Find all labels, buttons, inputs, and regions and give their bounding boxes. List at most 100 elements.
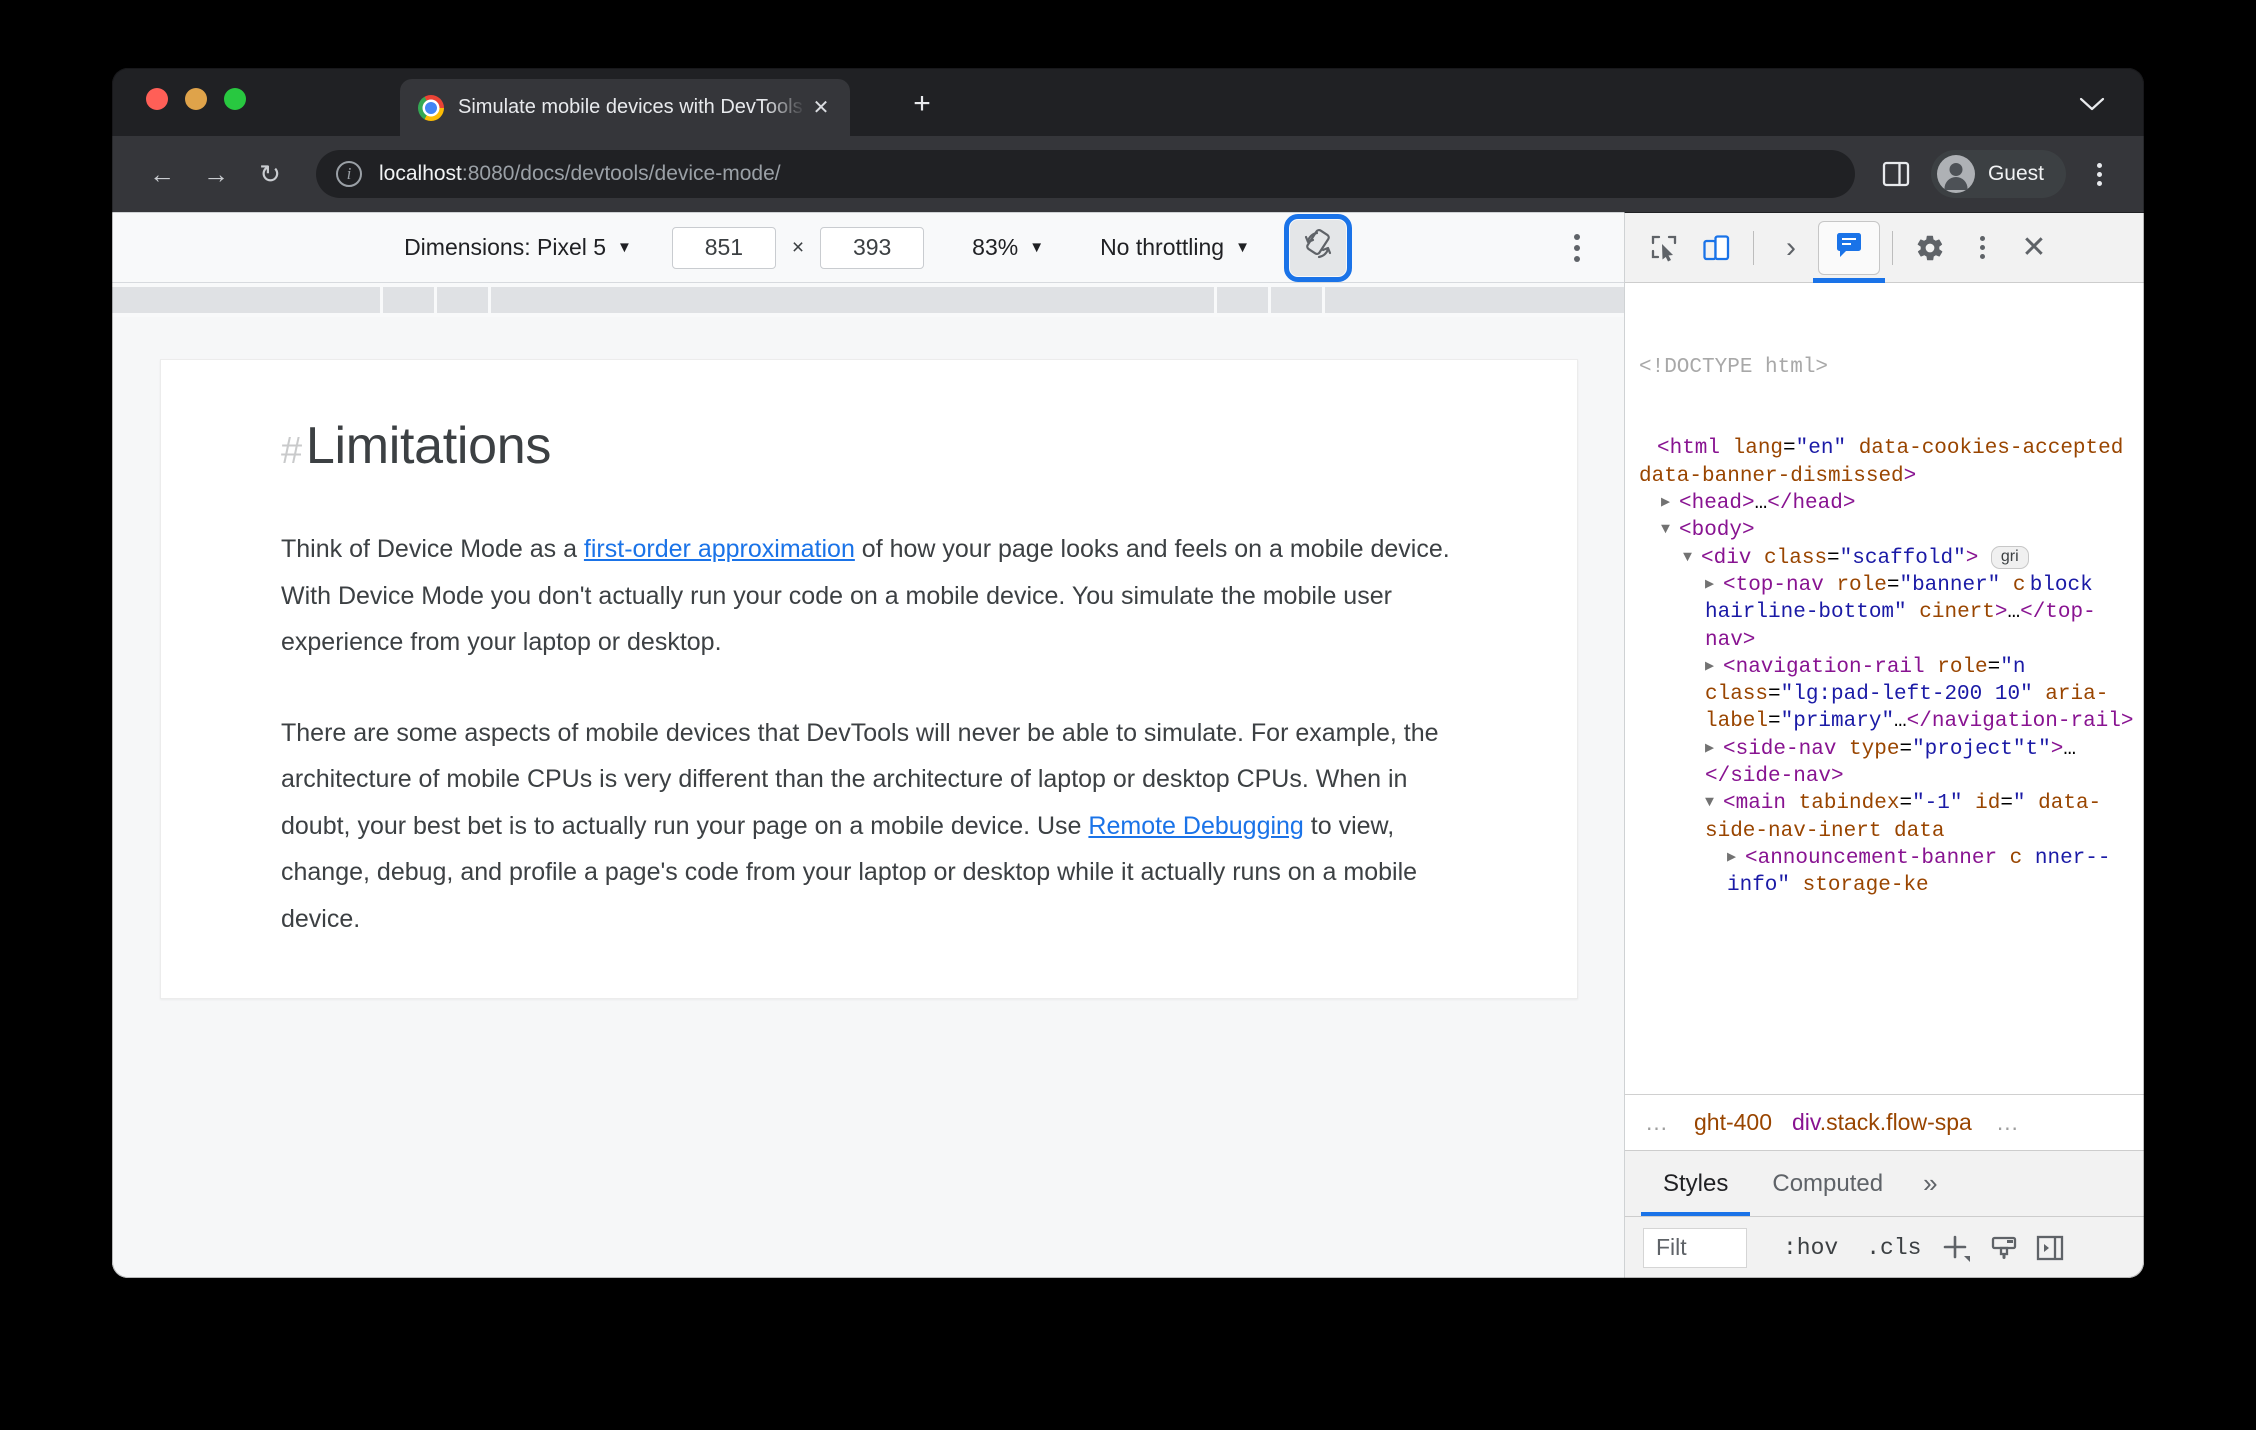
dom-doctype: <!DOCTYPE html> bbox=[1639, 355, 1829, 379]
first-order-approximation-link[interactable]: first-order approximation bbox=[584, 535, 855, 563]
tab-strip: Simulate mobile devices with DevTools ✕ … bbox=[112, 68, 2144, 136]
collapsed-arrow-icon[interactable]: ▶ bbox=[1705, 657, 1723, 677]
side-panel-icon[interactable] bbox=[1873, 151, 1919, 197]
tab-elements[interactable] bbox=[1813, 220, 1885, 283]
page-title-text: Limitations bbox=[305, 417, 552, 475]
panels-overflow-chevron-icon[interactable]: › bbox=[1766, 223, 1816, 273]
collapsed-arrow-icon[interactable]: ▶ bbox=[1705, 739, 1723, 759]
address-bar-url: localhost:8080/docs/devtools/device-mode… bbox=[379, 162, 781, 186]
toggle-device-toolbar-icon[interactable] bbox=[1691, 223, 1741, 273]
gear-icon[interactable] bbox=[1905, 223, 1955, 273]
dom-node[interactable]: ▼ <div class="scaffold"> gri bbox=[1639, 545, 2144, 572]
back-button[interactable]: ← bbox=[138, 150, 186, 198]
dom-node-list: <html lang="en" data-cookies-accepted da… bbox=[1639, 435, 2144, 899]
device-toolbar-more-button[interactable] bbox=[1574, 233, 1580, 262]
collapsed-arrow-icon[interactable]: ▶ bbox=[1705, 575, 1723, 595]
expanded-arrow-icon[interactable]: ▼ bbox=[1661, 520, 1679, 540]
devtools-more-button[interactable] bbox=[1957, 223, 2007, 273]
close-tab-button[interactable]: ✕ bbox=[806, 93, 836, 123]
sidebar-tabs-more-icon[interactable]: » bbox=[1905, 1168, 1955, 1199]
minimize-window-button[interactable] bbox=[185, 88, 207, 110]
person-avatar-icon bbox=[1936, 155, 1975, 193]
browser-tab[interactable]: Simulate mobile devices with DevTools ✕ bbox=[400, 79, 850, 136]
tab-title: Simulate mobile devices with DevTools bbox=[458, 96, 803, 118]
browser-menu-button[interactable] bbox=[2076, 151, 2122, 197]
paintbrush-icon[interactable] bbox=[1981, 1228, 2027, 1268]
inspect-element-icon[interactable] bbox=[1639, 223, 1689, 273]
height-input[interactable]: 393 bbox=[820, 226, 925, 269]
chevron-down-icon[interactable] bbox=[2074, 86, 2110, 122]
dom-node[interactable]: ▶ <navigation-rail role="n class="lg:pad-… bbox=[1639, 654, 2144, 736]
sidebar-tabs: Styles Computed » bbox=[1625, 1150, 2144, 1216]
rotate-device-icon bbox=[1300, 227, 1336, 268]
elements-panel-icon bbox=[1834, 230, 1864, 265]
new-tab-button[interactable]: + bbox=[902, 84, 942, 124]
throttling-select[interactable]: No throttling ▼ bbox=[1086, 234, 1264, 261]
maximize-window-button[interactable] bbox=[224, 88, 246, 110]
throttling-value: No throttling bbox=[1100, 234, 1225, 260]
hov-button[interactable]: :hov bbox=[1769, 1228, 1852, 1268]
remote-debugging-link[interactable]: Remote Debugging bbox=[1088, 812, 1303, 840]
forward-button[interactable]: → bbox=[192, 150, 240, 198]
tab-computed[interactable]: Computed bbox=[1750, 1151, 1905, 1216]
device-select-label: Dimensions: Pixel 5 bbox=[404, 234, 607, 260]
dom-node[interactable]: ▶ <announcement-banner c nner--info" stor… bbox=[1639, 845, 2144, 900]
dom-node-markup: <announcement-banner c nner--info" stora… bbox=[1727, 846, 2111, 898]
address-bar[interactable]: i localhost:8080/docs/devtools/device-mo… bbox=[316, 150, 1855, 198]
browser-content: Dimensions: Pixel 5 ▼ 851 × 393 83% ▼ No… bbox=[112, 212, 2144, 1278]
zoom-value: 83% bbox=[972, 234, 1019, 260]
close-window-button[interactable] bbox=[146, 88, 168, 110]
device-mode-pane: Dimensions: Pixel 5 ▼ 851 × 393 83% ▼ No… bbox=[112, 212, 1624, 1278]
page-title: #Limitations bbox=[281, 416, 1457, 476]
cls-button[interactable]: .cls bbox=[1852, 1228, 1935, 1268]
dom-node-markup: <html lang="en" data-cookies-accepted da… bbox=[1639, 437, 2124, 488]
heading-anchor-hash[interactable]: # bbox=[281, 430, 302, 472]
close-devtools-button[interactable]: ✕ bbox=[2009, 223, 2059, 273]
toolbar-divider bbox=[1753, 230, 1754, 265]
browser-toolbar: ← → ↻ i localhost:8080/docs/devtools/dev… bbox=[112, 136, 2144, 212]
dom-node-markup: <div class="scaffold"> gri bbox=[1701, 545, 2029, 570]
breadcrumb-overflow-left[interactable]: … bbox=[1631, 1109, 1684, 1136]
devtools-toolbar: › ✕ bbox=[1625, 213, 2144, 283]
dom-node[interactable]: ▼ <main tabindex="-1" id=" data-side-nav-… bbox=[1639, 790, 2144, 845]
url-host: localhost bbox=[379, 162, 462, 185]
profile-chip[interactable]: Guest bbox=[1930, 150, 2066, 198]
width-input[interactable]: 851 bbox=[671, 226, 776, 269]
plus-icon[interactable] bbox=[1935, 1228, 1981, 1268]
breadcrumb-overflow-right[interactable]: … bbox=[1982, 1109, 2035, 1136]
site-info-icon[interactable]: i bbox=[336, 161, 362, 187]
collapsed-arrow-icon[interactable]: ▶ bbox=[1661, 493, 1679, 513]
chevron-down-icon: ▼ bbox=[1235, 239, 1250, 256]
toggle-sidebar-icon[interactable] bbox=[2027, 1228, 2073, 1268]
reload-button[interactable]: ↻ bbox=[246, 150, 294, 198]
expanded-arrow-icon[interactable]: ▼ bbox=[1705, 793, 1723, 813]
dom-node[interactable]: ▼ <body> bbox=[1639, 517, 2144, 544]
dom-node[interactable]: ▶ <head>…</head> bbox=[1639, 490, 2144, 517]
breadcrumb-item-selected[interactable]: div.stack.flow-spa bbox=[1782, 1109, 1982, 1136]
device-viewport[interactable]: #Limitations Think of Device Mode as a f… bbox=[112, 317, 1624, 1278]
url-path: :8080/docs/devtools/device-mode/ bbox=[461, 162, 781, 185]
dom-tree[interactable]: <!DOCTYPE html> <html lang="en" data-coo… bbox=[1625, 283, 2144, 1094]
dom-node-markup: <head>…</head> bbox=[1679, 492, 1856, 516]
styles-filter-input[interactable]: Filt bbox=[1643, 1227, 1747, 1268]
profile-label: Guest bbox=[1987, 162, 2044, 185]
dom-node[interactable]: ▶ <side-nav type="project"t">…</side-nav> bbox=[1639, 736, 2144, 791]
dom-node[interactable]: <html lang="en" data-cookies-accepted da… bbox=[1639, 435, 2144, 490]
viewport-ruler bbox=[112, 283, 1624, 317]
dom-node-markup: <side-nav type="project"t">…</side-nav> bbox=[1705, 737, 2076, 789]
window-traffic-lights bbox=[146, 88, 246, 110]
paragraph-1-before: Think of Device Mode as a bbox=[281, 535, 584, 563]
styles-toolbar: Filt :hov .cls bbox=[1625, 1216, 2144, 1278]
tab-styles[interactable]: Styles bbox=[1641, 1151, 1751, 1216]
paragraph-1: Think of Device Mode as a first-order ap… bbox=[281, 526, 1457, 666]
rotate-device-button[interactable] bbox=[1283, 213, 1352, 282]
chevron-down-icon: ▼ bbox=[617, 239, 632, 256]
breadcrumb-item[interactable]: ght-400 bbox=[1684, 1109, 1782, 1136]
expanded-arrow-icon[interactable]: ▼ bbox=[1683, 548, 1701, 568]
collapsed-arrow-icon[interactable]: ▶ bbox=[1727, 848, 1745, 868]
dom-node-markup: <navigation-rail role="n class="lg:pad-l… bbox=[1705, 655, 2134, 734]
device-select[interactable]: Dimensions: Pixel 5 ▼ bbox=[390, 234, 646, 261]
dom-node[interactable]: ▶ <top-nav role="banner" c block hairline… bbox=[1639, 572, 2144, 654]
zoom-select[interactable]: 83% ▼ bbox=[958, 234, 1058, 261]
dom-breadcrumb[interactable]: … ght-400 div.stack.flow-spa … bbox=[1625, 1094, 2144, 1150]
